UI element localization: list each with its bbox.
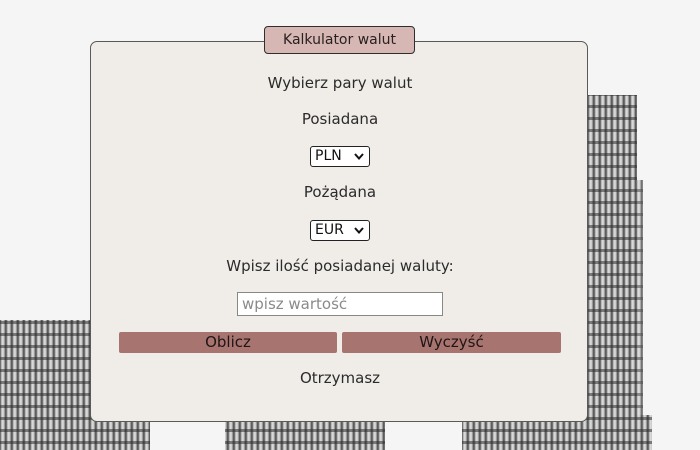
calculator-title: Kalkulator walut (264, 26, 415, 54)
want-currency-select[interactable]: EUR (310, 220, 370, 241)
have-currency-label: Posiadana (301, 110, 379, 128)
currency-pair-heading: Wybierz pary walut (267, 74, 413, 92)
have-currency-value: PLN (315, 148, 342, 164)
have-currency-select[interactable]: PLN (310, 146, 370, 167)
amount-label: Wpisz ilość posiadanej waluty: (226, 257, 454, 275)
amount-input[interactable] (237, 292, 443, 316)
chevron-down-icon (354, 153, 364, 161)
calculate-button[interactable]: Oblicz (119, 332, 337, 353)
want-currency-label: Pożądana (303, 183, 377, 201)
clear-button[interactable]: Wyczyść (342, 332, 561, 353)
chevron-down-icon (354, 227, 364, 235)
want-currency-value: EUR (315, 222, 344, 238)
result-label: Otrzymasz (299, 369, 381, 387)
